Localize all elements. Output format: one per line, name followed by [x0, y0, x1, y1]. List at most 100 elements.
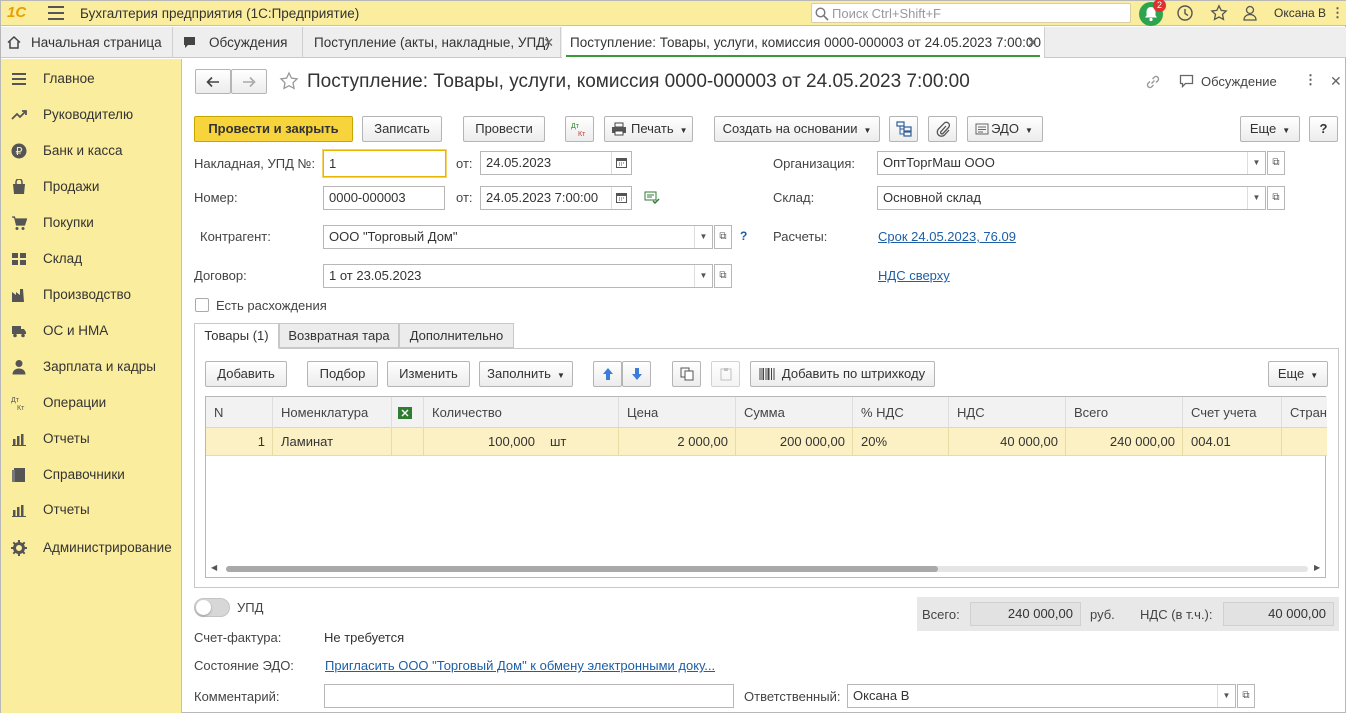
discrepancy-checkbox[interactable] — [195, 298, 209, 312]
open-warehouse-button[interactable]: ⧉ — [1267, 186, 1285, 210]
paste-row-button[interactable] — [711, 361, 740, 387]
chevron-down-icon[interactable]: ▼ — [694, 265, 712, 287]
col-header-item[interactable]: Номенклатура — [273, 397, 392, 428]
more-button[interactable]: Еще ▼ — [1240, 116, 1300, 142]
col-header-price[interactable]: Цена — [619, 397, 736, 428]
cell-excel[interactable] — [392, 428, 424, 456]
sidebar-item-13[interactable]: Администрирование — [1, 533, 182, 563]
tab-receipts-list[interactable]: Поступление (акты, накладные, УПД) ✕ — [303, 27, 561, 58]
table-more-button[interactable]: Еще ▼ — [1268, 361, 1328, 387]
cell-account[interactable]: 004.01 — [1183, 428, 1282, 456]
cell-vat[interactable]: 40 000,00 — [949, 428, 1066, 456]
sidebar-item-9[interactable]: Дт Кт Операции — [1, 388, 182, 418]
invoice-date-input[interactable]: 24.05.2023 — [480, 151, 632, 175]
upd-toggle[interactable] — [194, 598, 230, 617]
cell-n[interactable]: 1 — [206, 428, 273, 456]
chevron-down-icon[interactable]: ▼ — [694, 226, 712, 248]
post-button[interactable]: Провести — [463, 116, 545, 142]
vat-mode-link[interactable]: НДС сверху — [878, 268, 950, 283]
chevron-down-icon[interactable]: ▼ — [1217, 685, 1235, 707]
close-tab-icon[interactable]: ✕ — [1027, 27, 1038, 58]
contractor-help-icon[interactable]: ? — [740, 229, 747, 243]
sidebar-item-3[interactable]: Продажи — [1, 172, 182, 202]
organization-select[interactable]: ОптТоргМаш ООО ▼ — [877, 151, 1266, 175]
favorites-star-icon[interactable] — [1210, 4, 1228, 22]
dt-kt-button[interactable]: Дт Кт — [565, 116, 594, 142]
tab-discussions[interactable]: Обсуждения — [173, 27, 303, 58]
current-user-name[interactable]: Оксана В — [1274, 6, 1326, 20]
tab-receipt-document[interactable]: Поступление: Товары, услуги, комиссия 00… — [562, 27, 1045, 58]
scroll-left-icon[interactable]: ◀ — [211, 563, 217, 572]
chevron-down-icon[interactable]: ▼ — [1247, 152, 1265, 174]
col-header-account[interactable]: Счет учета — [1183, 397, 1282, 428]
attach-button[interactable] — [928, 116, 957, 142]
sidebar-item-12[interactable]: Отчеты — [1, 495, 182, 525]
scrollbar-thumb[interactable] — [226, 566, 938, 572]
number-input[interactable]: 0000-000003 — [323, 186, 445, 210]
sidebar-item-10[interactable]: Отчеты — [1, 424, 182, 454]
settlements-link[interactable]: Срок 24.05.2023, 76.09 — [878, 229, 1016, 244]
sidebar-item-4[interactable]: Покупки — [1, 208, 182, 238]
sidebar-item-7[interactable]: ОС и НМА — [1, 316, 182, 346]
close-form-icon[interactable]: ✕ — [1330, 73, 1342, 90]
structure-button[interactable] — [889, 116, 918, 142]
sidebar-item-11[interactable]: Справочники — [1, 460, 182, 490]
document-status-icon[interactable] — [644, 191, 660, 205]
history-icon[interactable] — [1176, 4, 1194, 22]
calendar-icon[interactable] — [611, 152, 631, 174]
subtab-additional[interactable]: Дополнительно — [399, 323, 514, 348]
invoice-number-input[interactable]: 1 — [323, 150, 446, 177]
cell-vat-rate[interactable]: 20% — [853, 428, 949, 456]
edo-button[interactable]: ЭДО ▼ — [967, 116, 1043, 142]
col-header-sum[interactable]: Сумма — [736, 397, 853, 428]
table-row[interactable]: 1 Ламинат 100,000 шт 2 000,00 200 000,00… — [206, 428, 1327, 456]
open-responsible-button[interactable]: ⧉ — [1237, 684, 1255, 708]
cell-unit[interactable]: шт — [542, 428, 619, 456]
scroll-right-icon[interactable]: ▶ — [1314, 563, 1320, 572]
document-date-input[interactable]: 24.05.2023 7:00:00 — [480, 186, 632, 210]
global-search-input[interactable]: Поиск Ctrl+Shift+F — [811, 3, 1131, 23]
sidebar-item-1[interactable]: Руководителю — [1, 100, 182, 130]
fill-button[interactable]: Заполнить ▼ — [479, 361, 573, 387]
col-header-n[interactable]: N — [206, 397, 273, 428]
cell-sum[interactable]: 200 000,00 — [736, 428, 853, 456]
copy-row-button[interactable] — [672, 361, 701, 387]
move-up-button[interactable] — [593, 361, 622, 387]
cell-total[interactable]: 240 000,00 — [1066, 428, 1183, 456]
forward-button[interactable] — [231, 69, 267, 94]
add-row-button[interactable]: Добавить — [205, 361, 287, 387]
sidebar-item-8[interactable]: Зарплата и кадры — [1, 352, 182, 382]
close-tab-icon[interactable]: ✕ — [543, 27, 554, 58]
cell-quantity[interactable]: 100,000 — [424, 428, 542, 456]
discussion-button[interactable]: Обсуждение — [1201, 74, 1277, 89]
sidebar-item-5[interactable]: Склад — [1, 244, 182, 274]
open-contract-button[interactable]: ⧉ — [714, 264, 732, 288]
col-header-vat[interactable]: НДС — [949, 397, 1066, 428]
user-icon[interactable] — [1242, 4, 1262, 22]
calendar-icon[interactable] — [611, 187, 631, 209]
more-vertical-icon[interactable]: ⋮ — [1331, 5, 1344, 21]
cell-country[interactable] — [1282, 428, 1327, 456]
sidebar-item-6[interactable]: Производство — [1, 280, 182, 310]
col-header-excel[interactable] — [392, 397, 424, 428]
sidebar-item-0[interactable]: Главное — [1, 64, 182, 94]
help-button[interactable]: ? — [1309, 116, 1338, 142]
create-based-on-button[interactable]: Создать на основании ▼ — [714, 116, 880, 142]
pick-button[interactable]: Подбор — [307, 361, 378, 387]
col-header-total[interactable]: Всего — [1066, 397, 1183, 428]
responsible-select[interactable]: Оксана В ▼ — [847, 684, 1236, 708]
open-contractor-button[interactable]: ⧉ — [714, 225, 732, 249]
more-vertical-icon[interactable]: ⋮ — [1304, 72, 1317, 88]
contract-select[interactable]: 1 от 23.05.2023 ▼ — [323, 264, 713, 288]
link-icon[interactable] — [1145, 74, 1161, 90]
post-and-close-button[interactable]: Провести и закрыть — [194, 116, 353, 142]
menu-burger-icon[interactable] — [48, 6, 64, 20]
move-down-button[interactable] — [622, 361, 651, 387]
tab-home[interactable]: Начальная страница — [1, 27, 173, 58]
print-button[interactable]: Печать ▼ — [604, 116, 693, 142]
col-header-quantity[interactable]: Количество — [424, 397, 619, 428]
back-button[interactable] — [195, 69, 231, 94]
col-header-country[interactable]: Страна — [1282, 397, 1327, 428]
col-header-vat-rate[interactable]: % НДС — [853, 397, 949, 428]
sidebar-item-2[interactable]: ₽ Банк и касса — [1, 136, 182, 166]
